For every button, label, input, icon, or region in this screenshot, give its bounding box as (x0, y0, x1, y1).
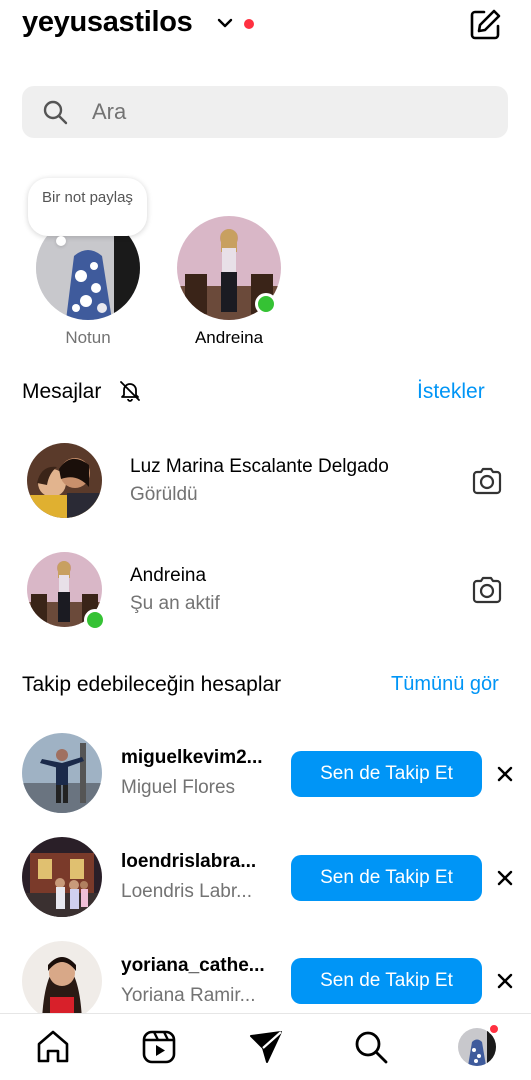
compose-icon[interactable] (468, 8, 502, 42)
requests-link[interactable]: İstekler (417, 380, 485, 404)
search-placeholder: Ara (92, 99, 127, 124)
thread-name: Andreina (130, 565, 207, 586)
my-note-label: Notun (65, 328, 111, 347)
see-all-link[interactable]: Tümünü gör (391, 673, 499, 696)
avatar (22, 941, 102, 1021)
header: yeyusastilos (0, 0, 531, 56)
close-icon[interactable] (495, 868, 515, 888)
thread-row[interactable]: Andreina Şu an aktif (0, 541, 531, 641)
account-switcher[interactable]: yeyusastilos (22, 6, 193, 39)
chevron-down-icon[interactable] (216, 16, 234, 30)
suggestion-username: loendrislabra... (121, 851, 257, 872)
online-indicator (84, 609, 106, 631)
thread-status: Görüldü (130, 484, 198, 505)
note-bubble[interactable]: Bir not paylaş (28, 178, 147, 236)
messages-title: Mesajlar (22, 380, 102, 403)
camera-icon[interactable] (470, 464, 504, 498)
suggestion-username: yoriana_cathe... (121, 955, 265, 976)
suggestion-fullname: Yoriana Ramir... (121, 985, 256, 1006)
suggestion-username: miguelkevim2... (121, 747, 263, 768)
thread-name: Luz Marina Escalante Delgado (130, 456, 389, 477)
home-icon[interactable] (34, 1028, 72, 1066)
follow-button[interactable]: Sen de Takip Et (291, 958, 482, 1004)
suggestion-fullname: Miguel Flores (121, 777, 236, 798)
bottom-tab-bar (0, 1013, 531, 1080)
muted-bell-icon (120, 381, 140, 402)
profile-notification-dot (488, 1023, 500, 1035)
avatar (22, 837, 102, 917)
follow-button[interactable]: Sen de Takip Et (291, 751, 482, 797)
suggestions-title: Takip edebileceğin hesaplar (22, 673, 282, 696)
online-indicator (255, 293, 277, 315)
close-icon[interactable] (495, 764, 515, 784)
reels-icon[interactable] (140, 1028, 178, 1066)
follow-button[interactable]: Sen de Takip Et (291, 855, 482, 901)
search-icon (43, 100, 68, 125)
search-icon[interactable] (352, 1028, 390, 1066)
thread-row[interactable]: Luz Marina Escalante Delgado Görüldü (0, 432, 531, 532)
notification-dot (244, 19, 254, 29)
avatar (27, 443, 102, 518)
thread-status: Şu an aktif (130, 593, 220, 614)
camera-icon[interactable] (470, 573, 504, 607)
search-bar[interactable]: Ara (22, 86, 508, 138)
note-bubble-tail (56, 236, 66, 246)
avatar (22, 733, 102, 813)
suggestion-fullname: Loendris Labr... (121, 881, 252, 902)
direct-icon[interactable] (247, 1028, 285, 1066)
close-icon[interactable] (495, 971, 515, 991)
note-label-andreina: Andreina (194, 328, 264, 347)
